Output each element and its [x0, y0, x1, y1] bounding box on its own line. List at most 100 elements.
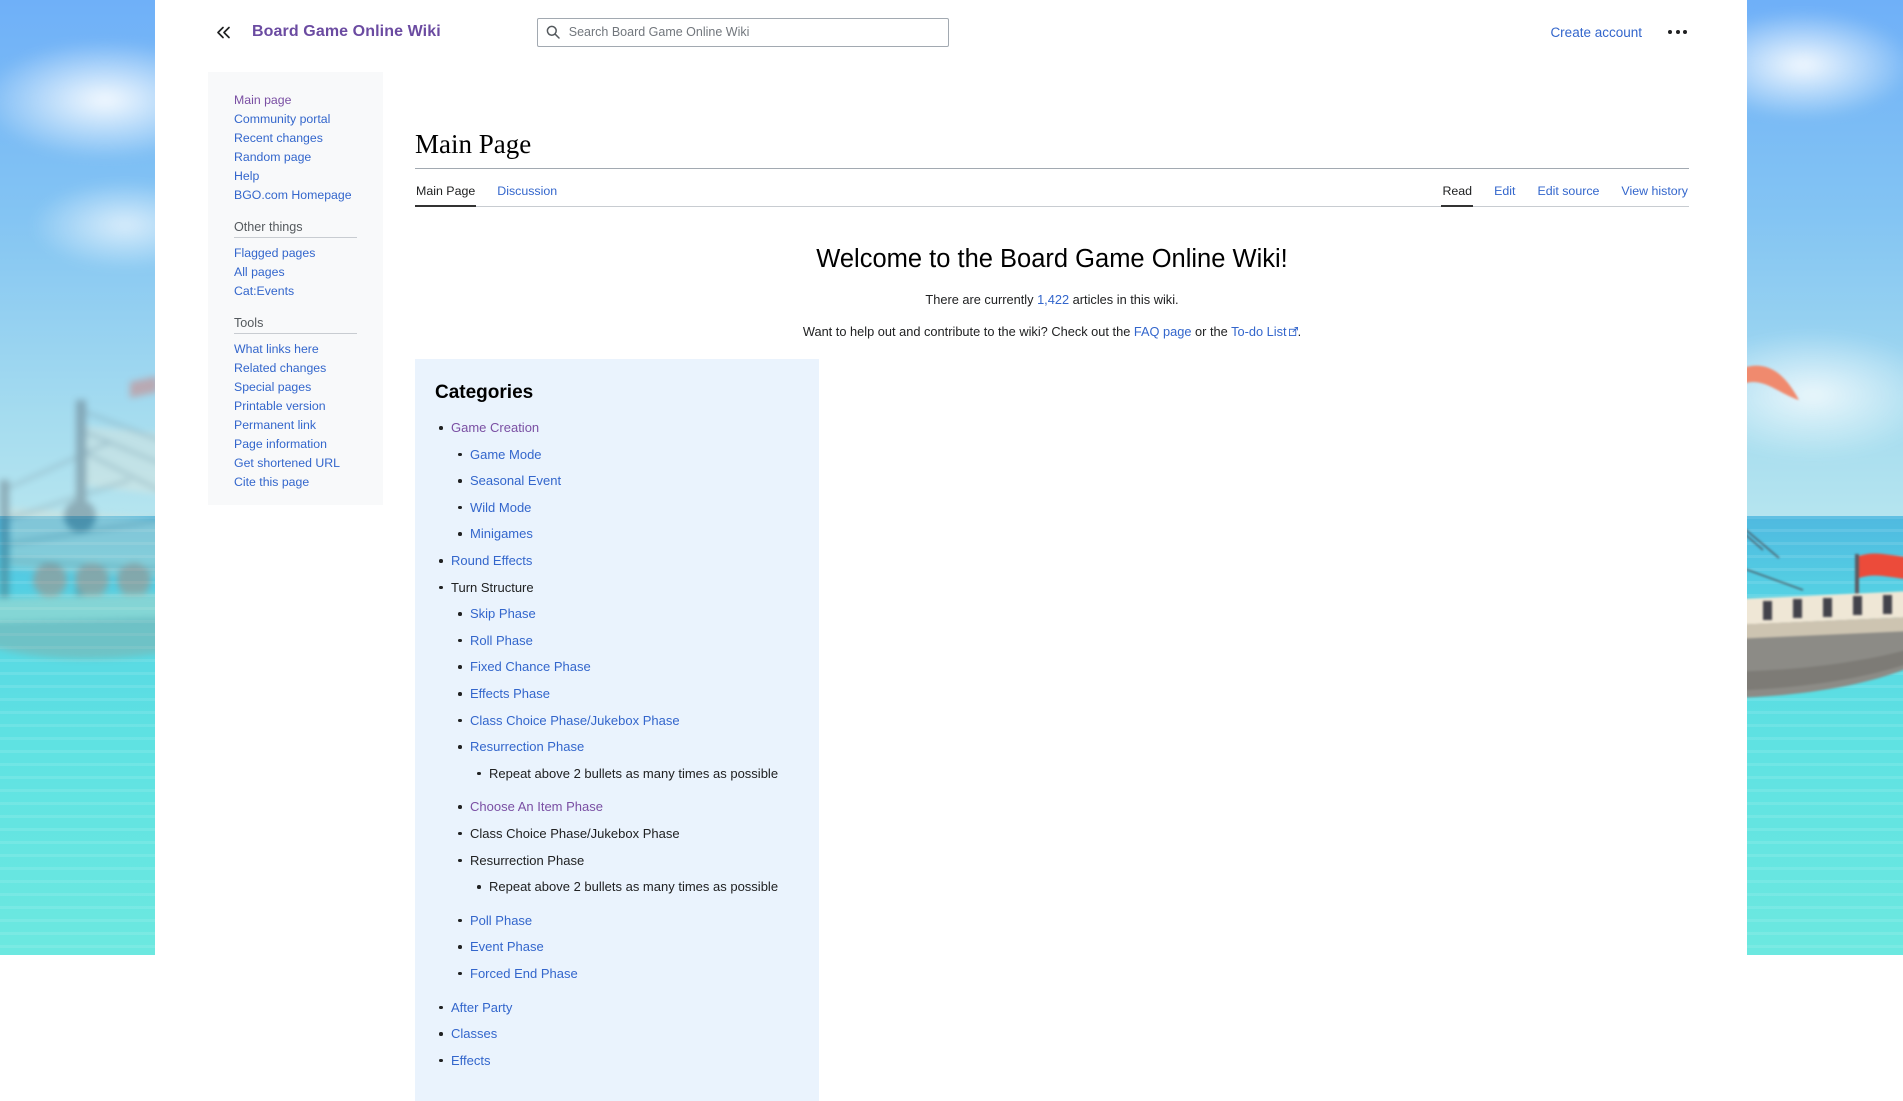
sidebar-divider — [234, 237, 357, 238]
sidebar-group-label-other-things: Other things — [208, 220, 383, 237]
category-link[interactable]: Effects Phase — [470, 686, 550, 701]
category-list-item: Round Effects — [435, 551, 799, 571]
category-list-item: Game Mode — [454, 445, 799, 465]
category-link[interactable]: Roll Phase — [470, 633, 533, 648]
sidebar: Main page Community portal Recent change… — [208, 72, 383, 505]
category-list-item: Forced End Phase — [454, 964, 799, 984]
create-account-link[interactable]: Create account — [1550, 25, 1642, 40]
category-link[interactable]: Event Phase — [470, 939, 544, 954]
category-link[interactable]: Minigames — [470, 526, 533, 541]
sidebar-tools-group: What links here Related changes Special … — [208, 339, 383, 491]
category-link[interactable]: Choose An Item Phase — [470, 799, 603, 814]
category-list-item: Fixed Chance Phase — [454, 657, 799, 677]
category-link[interactable]: Class Choice Phase/Jukebox Phase — [470, 713, 680, 728]
category-link[interactable]: Fixed Chance Phase — [470, 659, 591, 674]
sidebar-item-page-information[interactable]: Page information — [208, 434, 383, 453]
article-count-suffix: articles in this wiki. — [1069, 292, 1179, 307]
category-link[interactable]: Round Effects — [451, 553, 532, 568]
sidebar-item-related-changes[interactable]: Related changes — [208, 358, 383, 377]
sidebar-item-cat-events[interactable]: Cat:Events — [208, 281, 383, 300]
search-box — [537, 18, 949, 47]
contribute-line: Want to help out and contribute to the w… — [415, 322, 1689, 341]
todo-list-link[interactable]: To-do List — [1231, 324, 1286, 339]
sidebar-item-what-links-here[interactable]: What links here — [208, 339, 383, 358]
category-list-item: Repeat above 2 bullets as many times as … — [473, 877, 799, 897]
sidebar-item-get-shortened-url[interactable]: Get shortened URL — [208, 453, 383, 472]
page-title: Main Page — [415, 128, 1689, 169]
chevrons-left-icon[interactable] — [208, 17, 238, 47]
category-text: Resurrection Phase — [470, 853, 584, 868]
category-list-item: Event Phase — [454, 937, 799, 957]
tabs-row: Main Page Discussion Read Edit Edit sour… — [415, 181, 1689, 207]
ellipsis-icon[interactable] — [1664, 24, 1691, 40]
category-text: Repeat above 2 bullets as many times as … — [489, 879, 778, 894]
sidebar-item-flagged-pages[interactable]: Flagged pages — [208, 243, 383, 262]
namespace-tabs: Main Page Discussion — [415, 181, 558, 206]
category-link[interactable]: Seasonal Event — [470, 473, 561, 488]
category-link[interactable]: Effects — [451, 1053, 491, 1068]
category-link[interactable]: Wild Mode — [470, 500, 531, 515]
category-link[interactable]: Forced End Phase — [470, 966, 578, 981]
search-input[interactable] — [537, 18, 949, 47]
wiki-title[interactable]: Board Game Online Wiki — [252, 23, 441, 41]
category-list-item: Classes — [435, 1024, 799, 1044]
sidebar-item-recent-changes[interactable]: Recent changes — [208, 128, 383, 147]
wiki-page: Board Game Online Wiki Create account Ma… — [155, 0, 1747, 955]
faq-page-link[interactable]: FAQ page — [1134, 324, 1192, 339]
category-list-item: After Party — [435, 998, 799, 1018]
article-count-prefix: There are currently — [925, 292, 1037, 307]
category-list-item: Resurrection Phase — [454, 851, 799, 871]
sidebar-item-all-pages[interactable]: All pages — [208, 262, 383, 281]
category-text: Turn Structure — [451, 580, 534, 595]
category-list-item: Poll Phase — [454, 911, 799, 931]
external-link-icon — [1289, 322, 1298, 331]
sidebar-item-help[interactable]: Help — [208, 166, 383, 185]
category-link[interactable]: Game Mode — [470, 447, 542, 462]
category-text: Class Choice Phase/Jukebox Phase — [470, 826, 680, 841]
category-link[interactable]: After Party — [451, 1000, 512, 1015]
tab-read[interactable]: Read — [1441, 182, 1473, 207]
category-link[interactable]: Game Creation — [451, 420, 539, 435]
sidebar-item-special-pages[interactable]: Special pages — [208, 377, 383, 396]
category-link[interactable]: Resurrection Phase — [470, 739, 584, 754]
sidebar-group-label-tools: Tools — [208, 316, 383, 333]
category-text: Repeat above 2 bullets as many times as … — [489, 766, 778, 781]
category-list-item: Game Creation — [435, 418, 799, 438]
categories-heading: Categories — [435, 382, 799, 404]
category-link[interactable]: Poll Phase — [470, 913, 532, 928]
category-list-item: Choose An Item Phase — [454, 797, 799, 817]
category-list-item: Repeat above 2 bullets as many times as … — [473, 764, 799, 784]
page-body: Main page Community portal Recent change… — [155, 64, 1747, 1101]
welcome-heading: Welcome to the Board Game Online Wiki! — [415, 243, 1689, 276]
sidebar-navigation-group: Main page Community portal Recent change… — [208, 90, 383, 204]
categories-panel: Categories Game Creation Game Mode Seasona… — [415, 359, 819, 1101]
sidebar-other-things-group: Flagged pages All pages Cat:Events — [208, 243, 383, 300]
sidebar-item-permanent-link[interactable]: Permanent link — [208, 415, 383, 434]
sidebar-divider — [234, 333, 357, 334]
category-list-item: Turn Structure — [435, 578, 799, 598]
sidebar-item-printable-version[interactable]: Printable version — [208, 396, 383, 415]
sidebar-item-bgo-homepage[interactable]: BGO.com Homepage — [208, 185, 383, 204]
category-list-item: Minigames — [454, 524, 799, 544]
sidebar-item-main-page[interactable]: Main page — [208, 90, 383, 109]
category-link[interactable]: Skip Phase — [470, 606, 536, 621]
sidebar-item-cite-this-page[interactable]: Cite this page — [208, 472, 383, 491]
contribute-prefix: Want to help out and contribute to the w… — [803, 324, 1134, 339]
tab-edit[interactable]: Edit — [1493, 182, 1516, 207]
sidebar-item-random-page[interactable]: Random page — [208, 147, 383, 166]
main-content: Main Page Main Page Discussion Read Edit… — [415, 64, 1689, 1101]
sidebar-item-community-portal[interactable]: Community portal — [208, 109, 383, 128]
article-count-link[interactable]: 1,422 — [1037, 292, 1069, 307]
tab-main-page[interactable]: Main Page — [415, 182, 476, 207]
tab-edit-source[interactable]: Edit source — [1536, 182, 1600, 207]
tab-view-history[interactable]: View history — [1620, 182, 1689, 207]
category-list-item: Skip Phase — [454, 604, 799, 624]
category-list-item: Effects — [435, 1051, 799, 1071]
category-list-item: Roll Phase — [454, 631, 799, 651]
article-count-line: There are currently 1,422 articles in th… — [415, 290, 1689, 309]
tab-discussion[interactable]: Discussion — [496, 182, 558, 207]
category-list-item: Class Choice Phase/Jukebox Phase — [454, 824, 799, 844]
site-header: Board Game Online Wiki Create account — [155, 0, 1747, 64]
category-list-item: Class Choice Phase/Jukebox Phase — [454, 711, 799, 731]
category-link[interactable]: Classes — [451, 1026, 497, 1041]
